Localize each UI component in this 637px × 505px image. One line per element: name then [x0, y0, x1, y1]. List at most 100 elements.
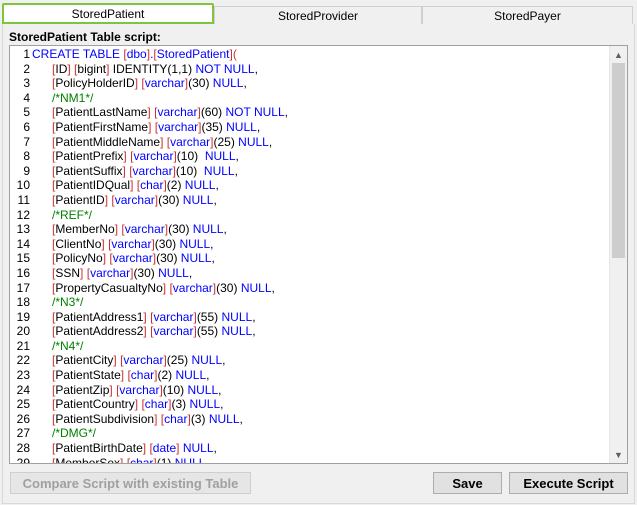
code-token: char — [144, 397, 169, 412]
code-line: 18 /*N3*/ — [10, 295, 610, 310]
code-line: 19 [PatientAddress1] [varchar](55) NULL, — [10, 310, 610, 325]
scroll-down-icon[interactable]: ▼ — [610, 446, 627, 463]
tab-stored-patient[interactable]: StoredPatient — [2, 3, 214, 24]
code-token: PatientBirthDate — [55, 441, 143, 456]
execute-script-button[interactable]: Execute Script — [509, 472, 628, 494]
code-token: , — [239, 411, 243, 426]
code-line: 11 [PatientID] [varchar](30) NULL, — [10, 193, 610, 208]
code-line: 23 [PatientState] [char](2) NULL, — [10, 368, 610, 383]
code-token: IDENTITY(1,1) — [109, 61, 196, 76]
code-token: PatientLastName — [55, 105, 148, 120]
code-token: NULL — [175, 368, 207, 383]
code-token: varchar — [112, 251, 153, 266]
code-token: , — [252, 309, 256, 324]
code-token: varchar — [158, 119, 199, 134]
line-number: 28 — [16, 441, 30, 456]
code-line: 10 [PatientIDQual] [char](2) NULL, — [10, 178, 610, 193]
code-token: (2) — [166, 178, 185, 193]
code-token: , — [218, 382, 222, 397]
line-number: 15 — [16, 251, 30, 266]
code-text: [PatientFirstName] [varchar](35) NULL, — [32, 120, 260, 135]
code-token: /*N3*/ — [32, 295, 84, 310]
code-token: dbo — [126, 47, 147, 61]
vertical-scrollbar[interactable]: ▲ ▼ — [609, 46, 627, 463]
code-token: NULL — [226, 119, 257, 134]
save-button[interactable]: Save — [433, 472, 502, 494]
code-token: /*REF*/ — [32, 207, 93, 222]
script-editor[interactable]: 1 CREATE TABLE [dbo].[StoredPatient](2 [I… — [9, 45, 628, 464]
code-token: PatientZip — [55, 382, 110, 397]
scroll-up-icon[interactable]: ▲ — [610, 46, 627, 63]
code-token: , — [254, 61, 258, 76]
code-token: , — [220, 397, 224, 412]
code-line: 5 [PatientLastName] [varchar](60) NOT NU… — [10, 105, 610, 120]
code-line: 27 /*DMG*/ — [10, 426, 610, 441]
code-text: [PatientAddress1] [varchar](55) NULL, — [32, 310, 256, 325]
code-token: /*NM1*/ — [32, 90, 94, 105]
code-token: , — [222, 353, 226, 368]
code-token: PatientSuffix — [55, 163, 123, 178]
code-line: 26 [PatientSubdivision] [char](3) NULL, — [10, 412, 610, 427]
code-token: (3) — [190, 411, 209, 426]
code-line: 29 [MemberSex] [char](1) NULL, — [10, 456, 610, 463]
code-line: 25 [PatientCountry] [char](3) NULL, — [10, 397, 610, 412]
code-token: (1) — [156, 455, 175, 463]
code-lines[interactable]: 1 CREATE TABLE [dbo].[StoredPatient](2 [I… — [10, 46, 610, 463]
code-line: 13 [MemberNo] [varchar](30) NULL, — [10, 222, 610, 237]
code-token: date — [152, 441, 177, 456]
tab-stored-payer[interactable]: StoredPayer — [422, 6, 633, 24]
code-token: PatientIDQual — [55, 178, 131, 193]
code-token: , — [211, 251, 215, 266]
code-token: (55) — [196, 324, 222, 339]
code-line: 1 CREATE TABLE [dbo].[StoredPatient]( — [10, 47, 610, 62]
code-token: (30) — [133, 265, 159, 280]
code-line: 2 [ID] [bigint] IDENTITY(1,1) NOT NULL, — [10, 62, 610, 77]
line-number: 12 — [16, 207, 30, 222]
code-token: char — [164, 411, 188, 426]
code-token: NULL — [189, 397, 221, 412]
code-token: NULL — [221, 324, 253, 339]
code-token: PatientMiddleName — [55, 134, 161, 149]
compare-script-button[interactable]: Compare Script with existing Table — [10, 472, 251, 494]
tab-stored-provider[interactable]: StoredProvider — [214, 6, 422, 24]
code-token: , — [284, 105, 288, 120]
line-number: 10 — [16, 178, 30, 193]
code-token: NOT NULL — [225, 105, 285, 120]
code-token: varchar — [111, 236, 152, 251]
code-line: 6 [PatientFirstName] [varchar](35) NULL, — [10, 120, 610, 135]
scroll-thumb[interactable] — [612, 63, 625, 258]
code-text: [ID] [bigint] IDENTITY(1,1) NOT NULL, — [32, 62, 258, 77]
code-token: PatientFirstName — [55, 119, 149, 134]
code-token: varchar — [170, 134, 211, 149]
code-token: NULL — [238, 134, 269, 149]
code-line: 4 /*NM1*/ — [10, 91, 610, 106]
code-token: PolicyHolderID — [55, 76, 135, 91]
code-line: 17 [PropertyCasualtyNo] [varchar](30) NU… — [10, 281, 610, 296]
code-token: NULL — [180, 251, 212, 266]
line-number: 7 — [23, 134, 30, 149]
code-token: NULL — [187, 382, 219, 397]
code-token: NULL — [184, 178, 216, 193]
code-token: (25) — [166, 353, 192, 368]
code-token: NULL — [182, 192, 214, 207]
code-token: (30) — [168, 222, 193, 237]
code-token: NULL — [212, 76, 244, 91]
code-token: (3) — [171, 397, 190, 412]
code-token: PatientID — [55, 192, 105, 207]
code-line: 9 [PatientSuffix] [varchar](10) NULL, — [10, 164, 610, 179]
line-number: 14 — [16, 236, 30, 251]
code-token: PropertyCasualtyNo — [55, 280, 163, 295]
code-line: 14 [ClientNo] [varchar](30) NULL, — [10, 237, 610, 252]
code-text: [PatientCity] [varchar](25) NULL, — [32, 353, 226, 368]
code-token: varchar — [132, 163, 173, 178]
